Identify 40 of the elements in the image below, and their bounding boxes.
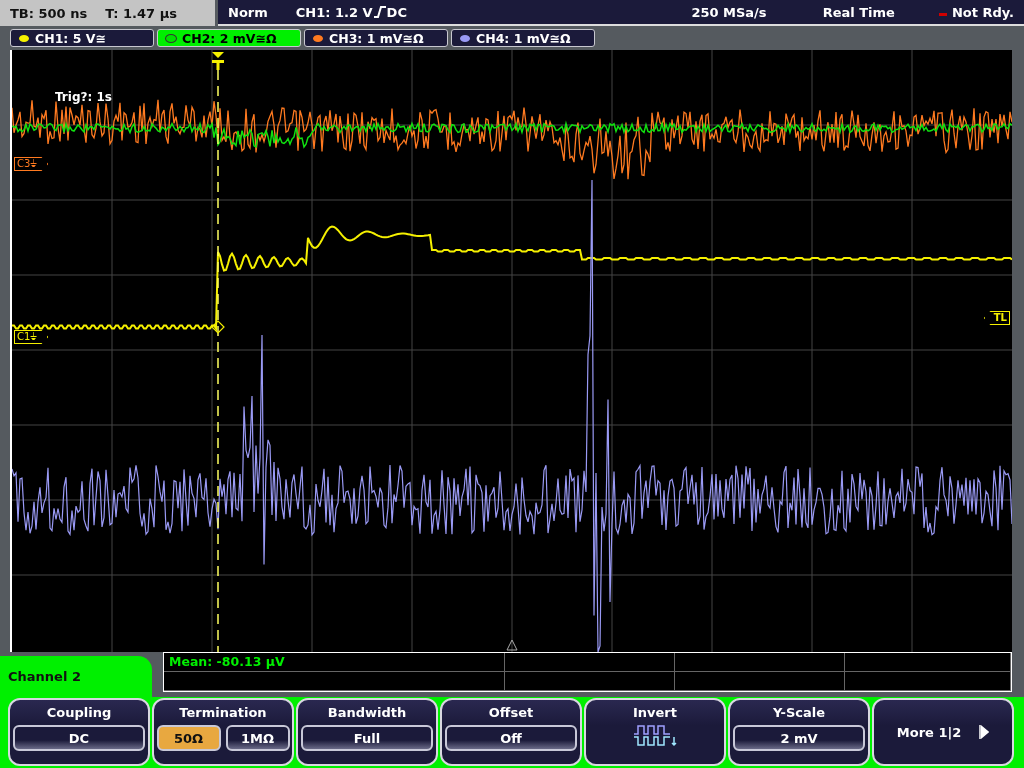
channel-tab[interactable]: CH2: 2 mV≅Ω (157, 29, 301, 47)
option-button[interactable]: DC (13, 725, 145, 751)
softkey[interactable]: Coupling DC (8, 698, 150, 766)
trigger-source-label: CH1: 1.2 V (295, 4, 373, 20)
trigger-point-icon (211, 320, 225, 334)
channel-tab[interactable]: CH3: 1 mV≅Ω (304, 29, 448, 47)
softkey-title: Offset (488, 705, 534, 720)
channel-tab[interactable]: CH1: 5 V≅ (10, 29, 154, 47)
softkey[interactable]: Invert (584, 698, 726, 766)
acquisition-state-label: Not Rdy. (951, 4, 1014, 20)
softkey[interactable]: Offset Off (440, 698, 582, 766)
softkey[interactable]: Termination 50Ω 1MΩ (152, 698, 294, 766)
measurement-readout: Mean: -80.13 µV (164, 653, 505, 672)
trigger-mode-label: Norm (228, 4, 268, 20)
status-indicator-icon (938, 13, 947, 16)
rising-edge-icon (373, 6, 386, 18)
sample-rate-label: 250 MSa/s (691, 4, 767, 20)
option-button[interactable]: 2 mV (733, 725, 865, 751)
softkey-title: Invert (633, 705, 677, 720)
horizontal-position-icon (506, 639, 518, 651)
softkey-title: Coupling (46, 705, 112, 720)
softkey[interactable]: Y-Scale 2 mV (728, 698, 870, 766)
option-button[interactable]: Off (445, 725, 577, 751)
softkey-title: Bandwidth (327, 705, 407, 720)
trigger-timeout-label: Trig?: 1s (55, 90, 112, 104)
option-button[interactable]: 50Ω (156, 725, 221, 751)
invert-waveform-icon (633, 725, 677, 747)
channel-tab[interactable]: CH4: 1 mV≅Ω (451, 29, 595, 47)
softkey[interactable]: Bandwidth Full (296, 698, 438, 766)
timebase-label: TB: 500 ns (10, 5, 88, 21)
acquisition-mode-label: Real Time (822, 4, 895, 20)
softkey-title: Termination (179, 705, 267, 720)
more-button[interactable]: More 1|2 (872, 698, 1014, 766)
softkey-title: Y-Scale (773, 705, 825, 720)
next-page-icon (979, 725, 990, 739)
option-button[interactable]: 1MΩ (225, 725, 290, 751)
trigger-time-label: T: 1.47 µs (105, 5, 177, 21)
option-button[interactable]: Full (301, 725, 433, 751)
trigger-position-icon (212, 52, 224, 70)
trigger-coupling-label: DC (386, 4, 407, 20)
